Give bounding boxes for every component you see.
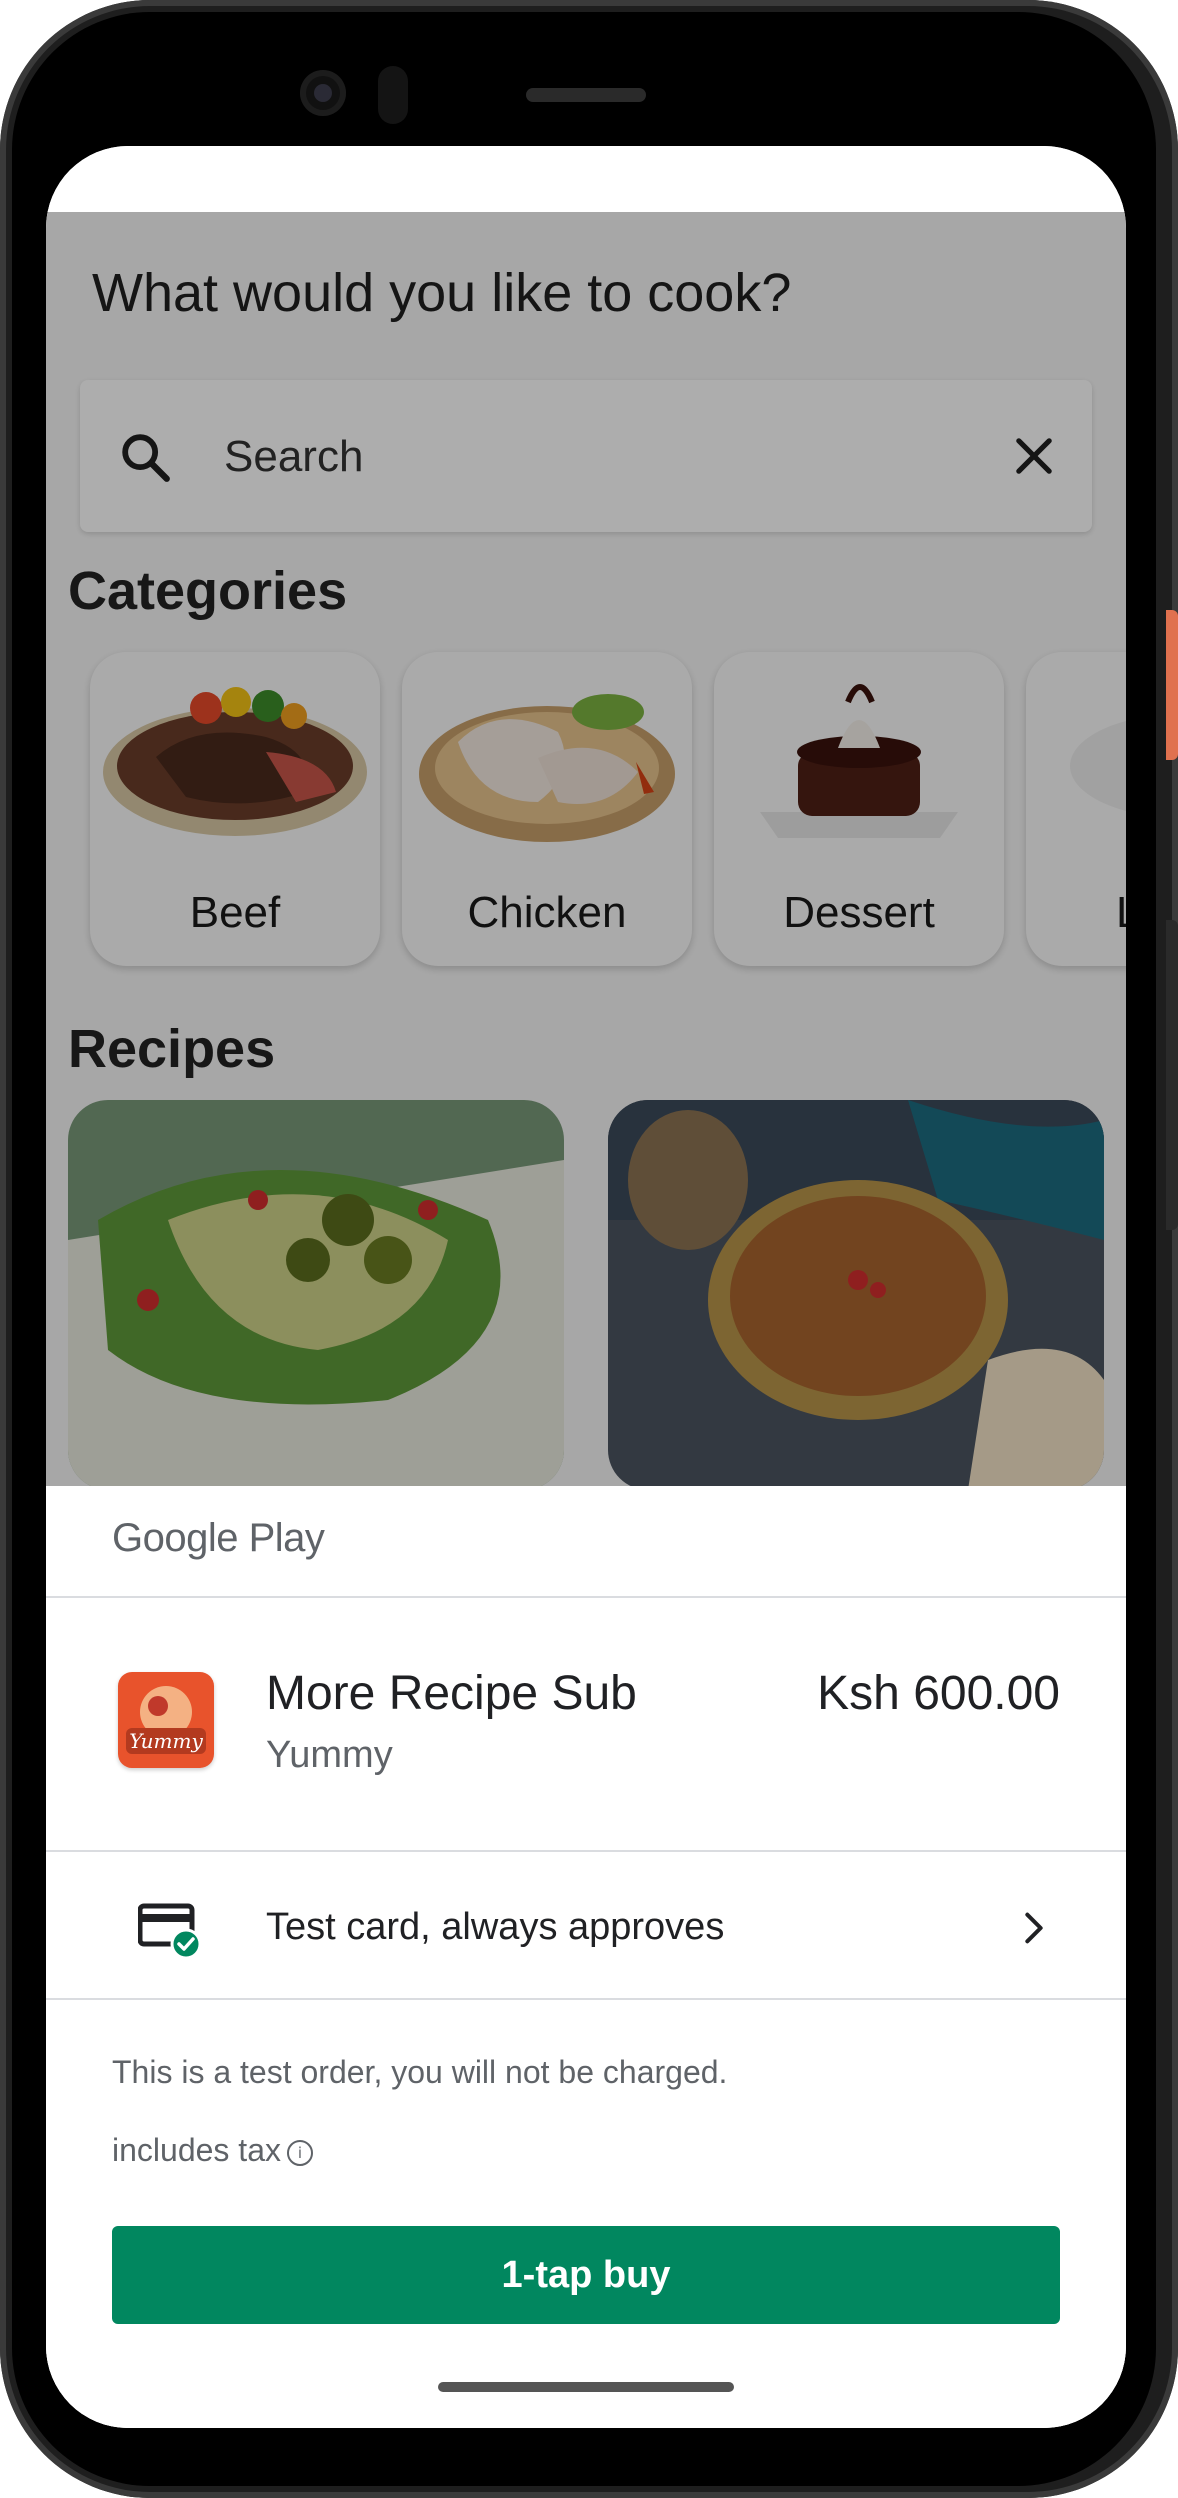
screen: What would you like to cook? Search Cate… [46, 146, 1126, 2428]
front-camera [300, 70, 346, 116]
status-bar [46, 146, 1126, 212]
product-title: More Recipe Sub [266, 1667, 637, 1720]
proximity-sensor [378, 66, 408, 124]
phone-frame: What would you like to cook? Search Cate… [0, 0, 1178, 2498]
test-order-note: This is a test order, you will not be ch… [112, 2054, 728, 2090]
product-icon: Yummy [118, 1672, 214, 1768]
home-indicator[interactable] [438, 2382, 734, 2392]
payment-method-label: Test card, always approves [266, 1906, 725, 1948]
earpiece-speaker [526, 88, 646, 102]
tax-note-label: includes tax [112, 2132, 281, 2168]
product-subtitle: Yummy [266, 1734, 393, 1776]
divider [46, 1998, 1126, 2000]
power-button [1166, 610, 1178, 760]
modal-scrim[interactable] [46, 212, 1126, 1486]
credit-card-icon [138, 1903, 202, 1958]
google-play-logo: Google Play [112, 1516, 325, 1560]
product-icon-text: Yummy [129, 1729, 203, 1753]
payment-method-row[interactable]: Test card, always approves [46, 1852, 1126, 1998]
chevron-right-icon [1025, 1912, 1043, 1944]
purchase-sheet: Google Play Yummy More Recipe Sub Yummy … [46, 1486, 1126, 2428]
buy-button[interactable]: 1-tap buy [112, 2226, 1060, 2324]
volume-button [1166, 920, 1178, 1230]
divider [46, 1596, 1126, 1598]
tax-note: includes tax i [112, 2132, 313, 2169]
info-icon[interactable]: i [286, 2139, 313, 2166]
product-price: Ksh 600.00 [817, 1667, 1060, 1720]
